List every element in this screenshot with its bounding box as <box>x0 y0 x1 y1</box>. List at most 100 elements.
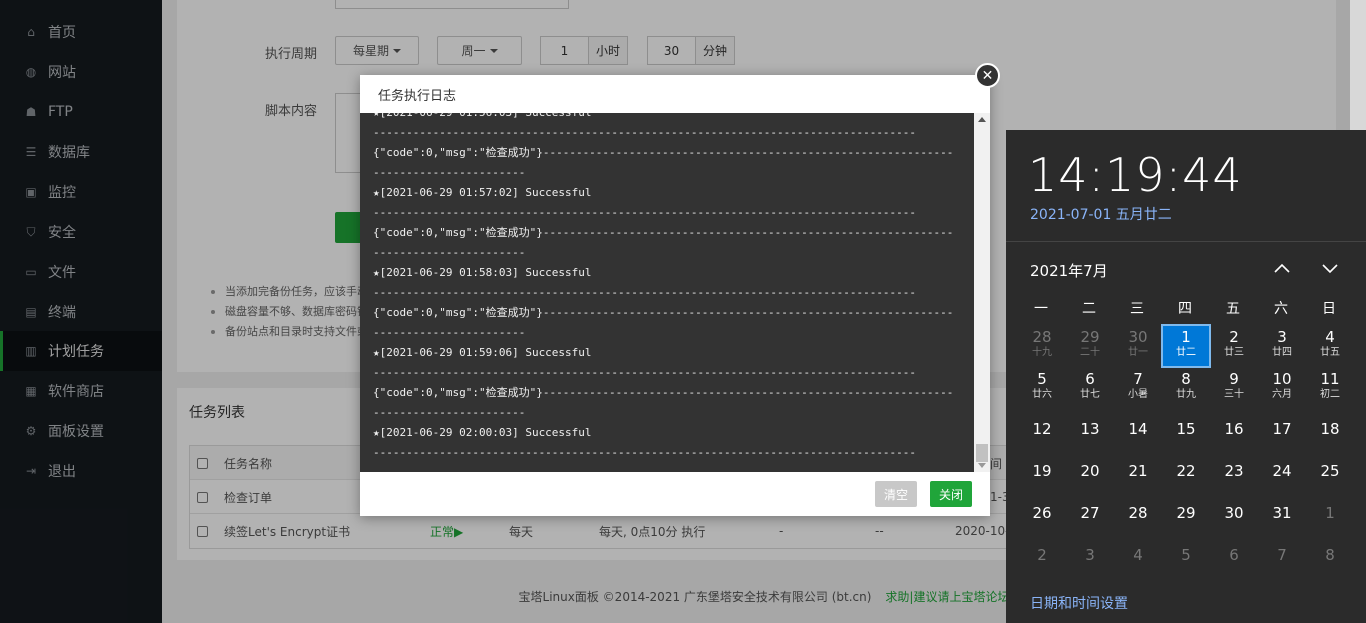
day-number: 5 <box>1037 370 1047 388</box>
calendar-day[interactable]: 1 <box>1307 494 1353 534</box>
month-label[interactable]: 2021年7月 <box>1030 260 1108 281</box>
close-icon[interactable]: ✕ <box>975 63 1000 88</box>
chevron-down-icon[interactable] <box>1320 260 1340 276</box>
calendar-day-today[interactable]: 1 廿二 <box>1161 324 1211 368</box>
calendar-day[interactable]: 31 <box>1259 494 1305 534</box>
calendar-day[interactable]: 8 <box>1307 536 1353 576</box>
calendar-day[interactable]: 26 <box>1019 494 1065 534</box>
calendar-day[interactable]: 3 廿四 <box>1259 326 1305 366</box>
lunar-label: 六月 <box>1272 389 1292 400</box>
scroll-up-icon[interactable] <box>978 117 986 122</box>
calendar-day[interactable]: 2 廿三 <box>1211 326 1257 366</box>
date-link[interactable]: 2021-07-01 五月廿二 <box>1030 204 1172 224</box>
day-number: 4 <box>1133 546 1143 564</box>
calendar-day[interactable]: 21 <box>1115 452 1161 492</box>
calendar-day[interactable]: 25 <box>1307 452 1353 492</box>
calendar-day[interactable]: 2 <box>1019 536 1065 576</box>
weekday-header: 五 <box>1226 301 1240 317</box>
day-number: 2 <box>1229 328 1239 346</box>
datetime-settings-link[interactable]: 日期和时间设置 <box>1030 593 1128 613</box>
weekday-header: 日 <box>1322 301 1336 317</box>
day-number: 3 <box>1085 546 1095 564</box>
calendar-day[interactable]: 11 初二 <box>1307 368 1353 408</box>
calendar-day[interactable]: 6 <box>1211 536 1257 576</box>
log-line: ----------------------------------------… <box>373 286 917 299</box>
calendar-day[interactable]: 23 <box>1211 452 1257 492</box>
log-line: ★[2021-06-29 01:57:02] Successful <box>373 186 592 199</box>
log-scrollbar[interactable] <box>974 113 990 472</box>
calendar-day[interactable]: 28 十九 <box>1019 326 1065 366</box>
day-number: 27 <box>1080 504 1100 522</box>
calendar-day[interactable]: 20 <box>1067 452 1113 492</box>
day-number: 16 <box>1224 420 1244 438</box>
calendar-day[interactable]: 19 <box>1019 452 1065 492</box>
calendar-day[interactable]: 5 廿六 <box>1019 368 1065 408</box>
lunar-label: 廿二 <box>1176 347 1196 358</box>
log-line: {"code":0,"msg":"检查成功"}-----------------… <box>373 146 954 179</box>
calendar-day[interactable]: 4 <box>1115 536 1161 576</box>
lunar-label: 廿一 <box>1128 347 1148 358</box>
scroll-down-icon[interactable] <box>978 463 986 468</box>
log-line: {"code":0,"msg":"检查成功"}-----------------… <box>373 306 954 339</box>
calendar-day[interactable]: 14 <box>1115 410 1161 450</box>
lunar-label: 廿五 <box>1320 347 1340 358</box>
day-number: 19 <box>1032 462 1052 480</box>
calendar-day[interactable]: 10 六月 <box>1259 368 1305 408</box>
calendar-day[interactable]: 18 <box>1307 410 1353 450</box>
calendar-day[interactable]: 13 <box>1067 410 1113 450</box>
day-number: 5 <box>1181 546 1191 564</box>
lunar-label: 廿六 <box>1032 389 1052 400</box>
calendar-day[interactable]: 30 <box>1211 494 1257 534</box>
log-line: ----------------------------------------… <box>373 366 917 379</box>
log-output: ★[2021-06-29 01:56:03] Successful -------… <box>360 113 974 472</box>
day-number: 22 <box>1176 462 1196 480</box>
calendar-day[interactable]: 6 廿七 <box>1067 368 1113 408</box>
close-button[interactable]: 关闭 <box>930 481 972 507</box>
calendar-day[interactable]: 28 <box>1115 494 1161 534</box>
day-number: 9 <box>1229 370 1239 388</box>
calendar-day[interactable]: 7 <box>1259 536 1305 576</box>
calendar-day[interactable]: 8 廿九 <box>1163 368 1209 408</box>
clear-button[interactable]: 清空 <box>875 481 917 507</box>
day-number: 12 <box>1032 420 1052 438</box>
day-number: 20 <box>1080 462 1100 480</box>
calendar-day[interactable]: 7 小暑 <box>1115 368 1161 408</box>
lunar-label: 三十 <box>1224 389 1244 400</box>
calendar-day[interactable]: 27 <box>1067 494 1113 534</box>
day-number: 6 <box>1229 546 1239 564</box>
calendar-day[interactable]: 17 <box>1259 410 1305 450</box>
lunar-label: 十九 <box>1032 347 1052 358</box>
calendar-day[interactable]: 16 <box>1211 410 1257 450</box>
day-number: 10 <box>1272 370 1292 388</box>
day-number: 7 <box>1133 370 1143 388</box>
chevron-up-icon[interactable] <box>1272 260 1292 276</box>
lunar-label: 小暑 <box>1128 389 1148 400</box>
day-number: 23 <box>1224 462 1244 480</box>
calendar-day[interactable]: 24 <box>1259 452 1305 492</box>
lunar-label: 廿三 <box>1224 347 1244 358</box>
calendar-day[interactable]: 9 三十 <box>1211 368 1257 408</box>
calendar-day[interactable]: 29 二十 <box>1067 326 1113 366</box>
calendar-day[interactable]: 30 廿一 <box>1115 326 1161 366</box>
day-number: 11 <box>1320 370 1340 388</box>
calendar-day[interactable]: 3 <box>1067 536 1113 576</box>
day-number: 6 <box>1085 370 1095 388</box>
day-number: 30 <box>1128 328 1148 346</box>
page-scrollbar[interactable] <box>1350 0 1366 130</box>
log-lines: ★[2021-06-29 01:56:03] Successful -------… <box>373 113 958 463</box>
weekday-header: 六 <box>1274 301 1288 317</box>
calendar-day[interactable]: 5 <box>1163 536 1209 576</box>
calendar-day[interactable]: 22 <box>1163 452 1209 492</box>
calendar-day[interactable]: 4 廿五 <box>1307 326 1353 366</box>
day-number: 4 <box>1325 328 1335 346</box>
log-line: ★[2021-06-29 02:00:03] Successful <box>373 426 592 439</box>
log-line: ----------------------------------------… <box>373 446 917 459</box>
calendar-day[interactable]: 15 <box>1163 410 1209 450</box>
day-number: 1 <box>1181 328 1191 346</box>
clock-time: 14:19:44 <box>1028 148 1243 202</box>
day-number: 7 <box>1277 546 1287 564</box>
scroll-thumb[interactable] <box>976 444 988 462</box>
calendar-day[interactable]: 12 <box>1019 410 1065 450</box>
calendar-day[interactable]: 29 <box>1163 494 1209 534</box>
lunar-label: 廿四 <box>1272 347 1292 358</box>
